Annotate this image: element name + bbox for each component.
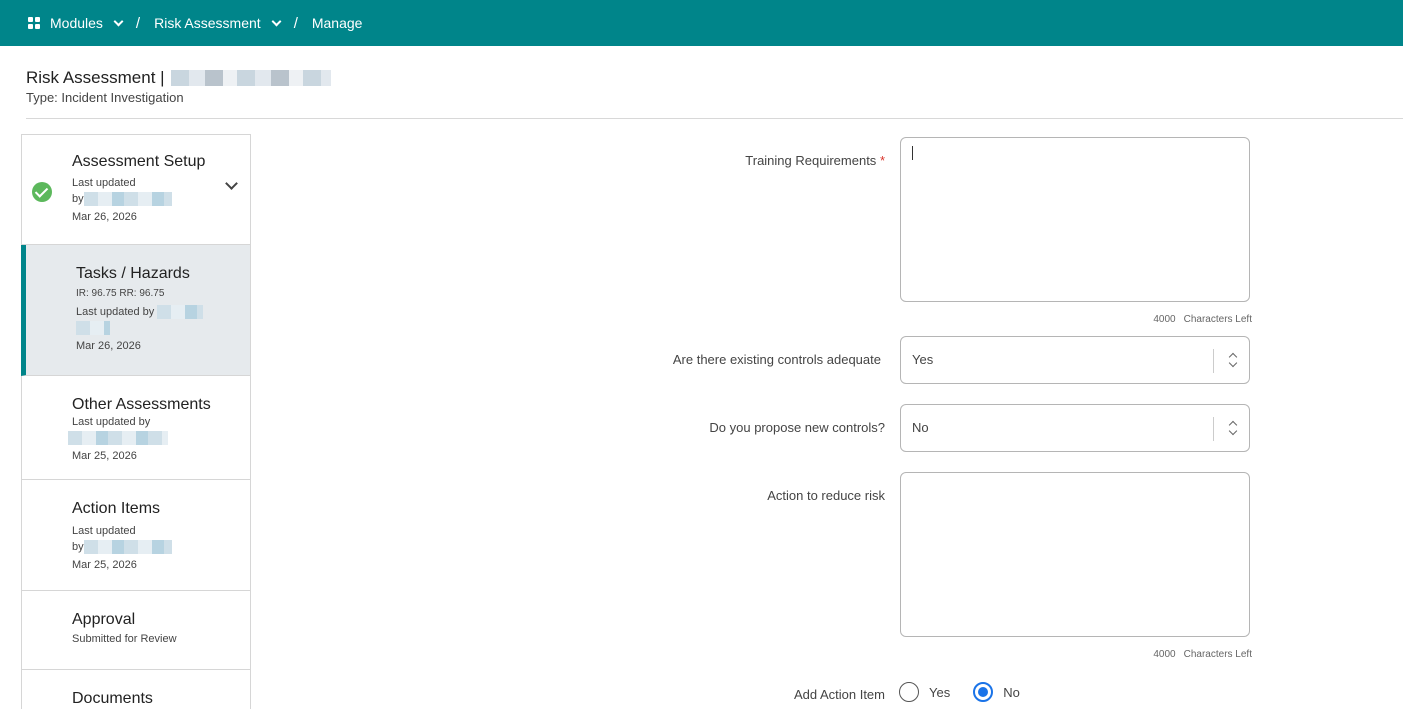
redacted-user-image [68,431,168,446]
training-requirements-label-text: Training Requirements [745,153,877,168]
step-name: Documents [72,690,153,707]
characters-left-label: Characters Left [1183,649,1252,660]
step-updated-by: by [72,191,250,207]
training-requirements-textarea[interactable] [900,137,1250,302]
step-tasks-hazards[interactable]: Tasks / Hazards IR: 96.75 RR: 96.75 Last… [21,245,251,376]
redacted-user-image [157,305,204,320]
chevron-down-icon[interactable] [271,16,282,27]
characters-left-count: 4000 [1153,314,1176,325]
text-caret [912,146,913,160]
step-date: Mar 25, 2026 [72,450,137,462]
select-arrows-icon [1228,352,1238,370]
step-name: Assessment Setup [72,153,206,170]
step-updated-label: Last updated [72,177,136,189]
redacted-user-image [76,321,110,336]
step-name: Tasks / Hazards [76,265,190,282]
add-action-item-label: Add Action Item [793,687,885,702]
characters-left-label: Characters Left [1183,314,1252,325]
step-status-text: Submitted for Review [72,633,177,645]
updated-by-label: Last updated by [76,306,155,318]
check-circle-icon [32,182,52,202]
radio-yes[interactable] [899,682,919,702]
required-asterisk: * [879,153,885,168]
training-requirements-counter: 4000 Characters Left [1153,314,1252,325]
training-requirements-label: Training Requirements * [745,153,885,168]
step-date: Mar 26, 2026 [72,211,137,223]
header-divider [26,118,1403,119]
step-updated-by: by [72,539,250,555]
new-controls-label: Do you propose new controls? [709,420,885,435]
action-to-reduce-risk-label: Action to reduce risk [767,488,885,503]
page-title: Risk Assessment | [26,68,331,88]
step-updated-label: Last updated [72,525,136,537]
step-scores: IR: 96.75 RR: 96.75 [76,288,165,299]
existing-controls-label: Are there existing controls adequate [672,352,881,367]
radio-no[interactable] [973,682,994,702]
breadcrumb-separator: / [135,14,141,32]
step-date: Mar 26, 2026 [76,340,141,352]
step-action-items[interactable]: Action Items Last updated by Mar 25, 202… [21,480,251,591]
breadcrumb-modules[interactable]: Modules [28,15,124,31]
radio-yes-label[interactable]: Yes [929,685,950,700]
chevron-down-icon[interactable] [113,16,124,27]
redacted-user-image [83,192,172,207]
modules-grid-icon [28,17,40,29]
step-date: Mar 25, 2026 [72,559,137,571]
redacted-title-image [170,70,331,86]
assessment-type: Type: Incident Investigation [26,90,184,105]
step-name: Approval [72,611,136,628]
step-name: Action Items [72,500,161,517]
select-divider [1213,417,1214,441]
page-header: Risk Assessment | Type: Incident Investi… [26,68,331,105]
breadcrumb-modules-label: Modules [50,15,103,31]
page-title-text: Risk Assessment | [26,68,165,87]
selected-value: No [912,420,929,435]
steps-sidebar: Assessment Setup Last updated by Mar 26,… [21,134,251,709]
action-to-reduce-risk-counter: 4000 Characters Left [1153,649,1252,660]
breadcrumb-risk-assessment[interactable]: Risk Assessment [154,15,282,31]
step-other-assessments[interactable]: Other Assessments Last updated by Mar 25… [21,376,251,480]
step-updated-user [76,320,250,336]
select-divider [1213,349,1214,373]
select-arrows-icon [1228,420,1238,438]
by-label: by [72,193,84,205]
selected-value: Yes [912,352,934,367]
by-label: by [72,541,84,553]
redacted-user-image [83,540,172,555]
step-updated-user [68,430,250,446]
breadcrumb-risk-assessment-label: Risk Assessment [154,15,261,31]
characters-left-count: 4000 [1153,649,1176,660]
step-approval[interactable]: Approval Submitted for Review [21,591,251,670]
new-controls-select[interactable]: No [900,404,1250,452]
step-documents[interactable]: Documents [21,670,251,709]
step-assessment-setup[interactable]: Assessment Setup Last updated by Mar 26,… [21,134,251,245]
step-updated-label: Last updated by [76,304,250,320]
step-name: Other Assessments [72,396,211,413]
existing-controls-select[interactable]: Yes [900,336,1250,384]
breadcrumb-separator: / [293,14,298,32]
top-nav-bar: Modules / Risk Assessment / Manage [0,0,1403,46]
radio-no-label[interactable]: No [1003,685,1020,700]
action-to-reduce-risk-textarea[interactable] [900,472,1250,637]
breadcrumb-manage: Manage [311,15,363,31]
step-updated-label: Last updated by [72,416,151,428]
add-action-item-radio-group: Yes No [899,682,1020,702]
